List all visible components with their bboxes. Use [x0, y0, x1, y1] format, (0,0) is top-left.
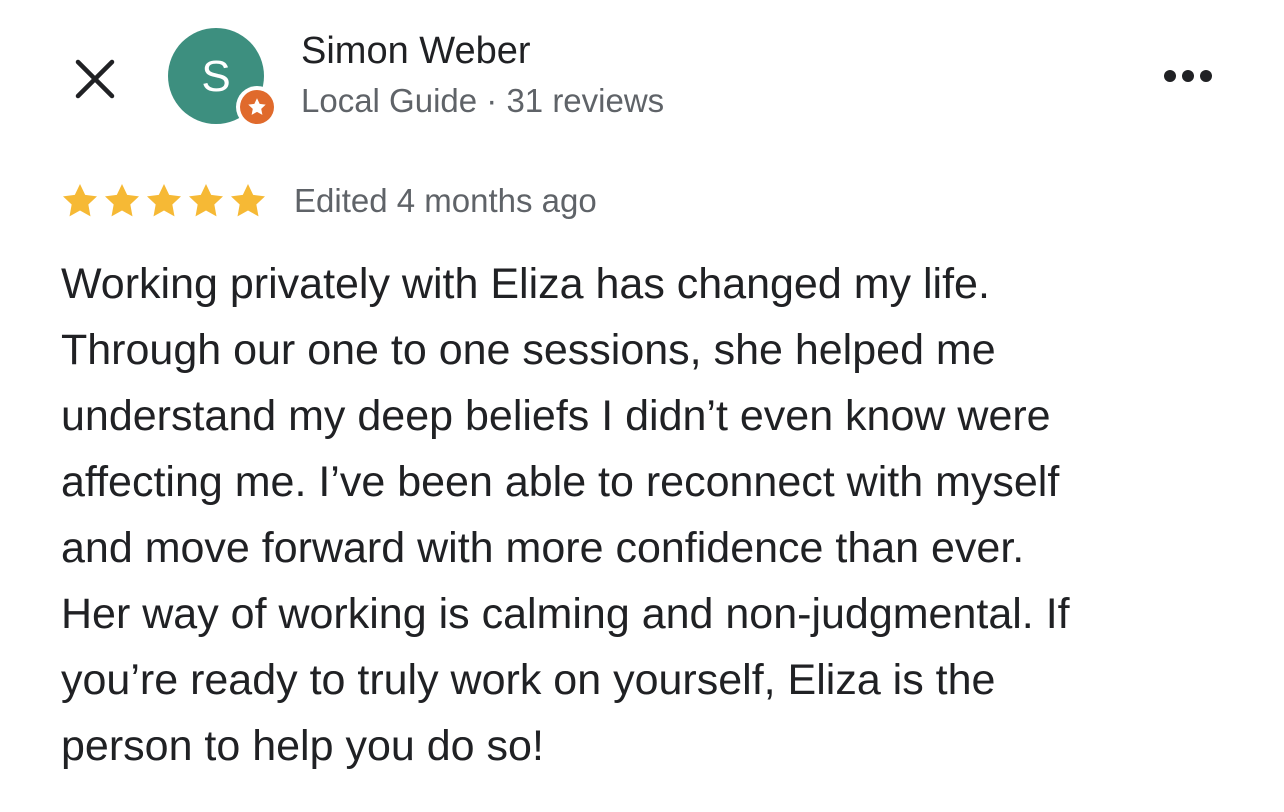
reviewer-meta: Local Guide · 31 reviews	[301, 82, 665, 119]
star-icon	[231, 184, 265, 217]
rating-row: Edited 4 months ago	[60, 176, 597, 226]
close-icon	[75, 59, 115, 99]
review-text-line: person to help you do so!	[61, 722, 544, 770]
local-guide-badge-circle	[240, 90, 274, 124]
star-icon	[147, 184, 181, 217]
more-options-button[interactable]	[1156, 58, 1220, 94]
review-text-line: understand my deep beliefs I didn’t even…	[61, 392, 1051, 440]
review-text-line: you’re ready to truly work on yourself, …	[61, 656, 996, 704]
review-text-line: affecting me. I’ve been able to reconnec…	[61, 458, 1060, 506]
review-card: S Simon Weber Local Guide · 31 reviews E…	[0, 0, 1284, 812]
review-text-line: Through our one to one sessions, she hel…	[61, 326, 996, 374]
review-text-line: Working privately with Eliza has changed…	[61, 260, 990, 308]
reviewer-name[interactable]: Simon Weber	[301, 30, 531, 73]
avatar-initial: S	[201, 52, 231, 101]
review-text-line: and move forward with more confidence th…	[61, 524, 1025, 572]
review-text-line: Her way of working is calming and non-ju…	[61, 590, 1070, 638]
star-icon	[63, 184, 97, 217]
local-guide-star-icon	[248, 98, 266, 115]
close-button[interactable]	[66, 50, 124, 108]
star-icon	[189, 184, 223, 217]
local-guide-badge	[236, 86, 278, 128]
more-horizontal-icon	[1164, 70, 1212, 82]
star-icon	[105, 184, 139, 217]
review-text: Working privately with Eliza has changed…	[61, 251, 1251, 779]
star-rating	[60, 181, 270, 221]
edited-timestamp: Edited 4 months ago	[294, 182, 597, 219]
